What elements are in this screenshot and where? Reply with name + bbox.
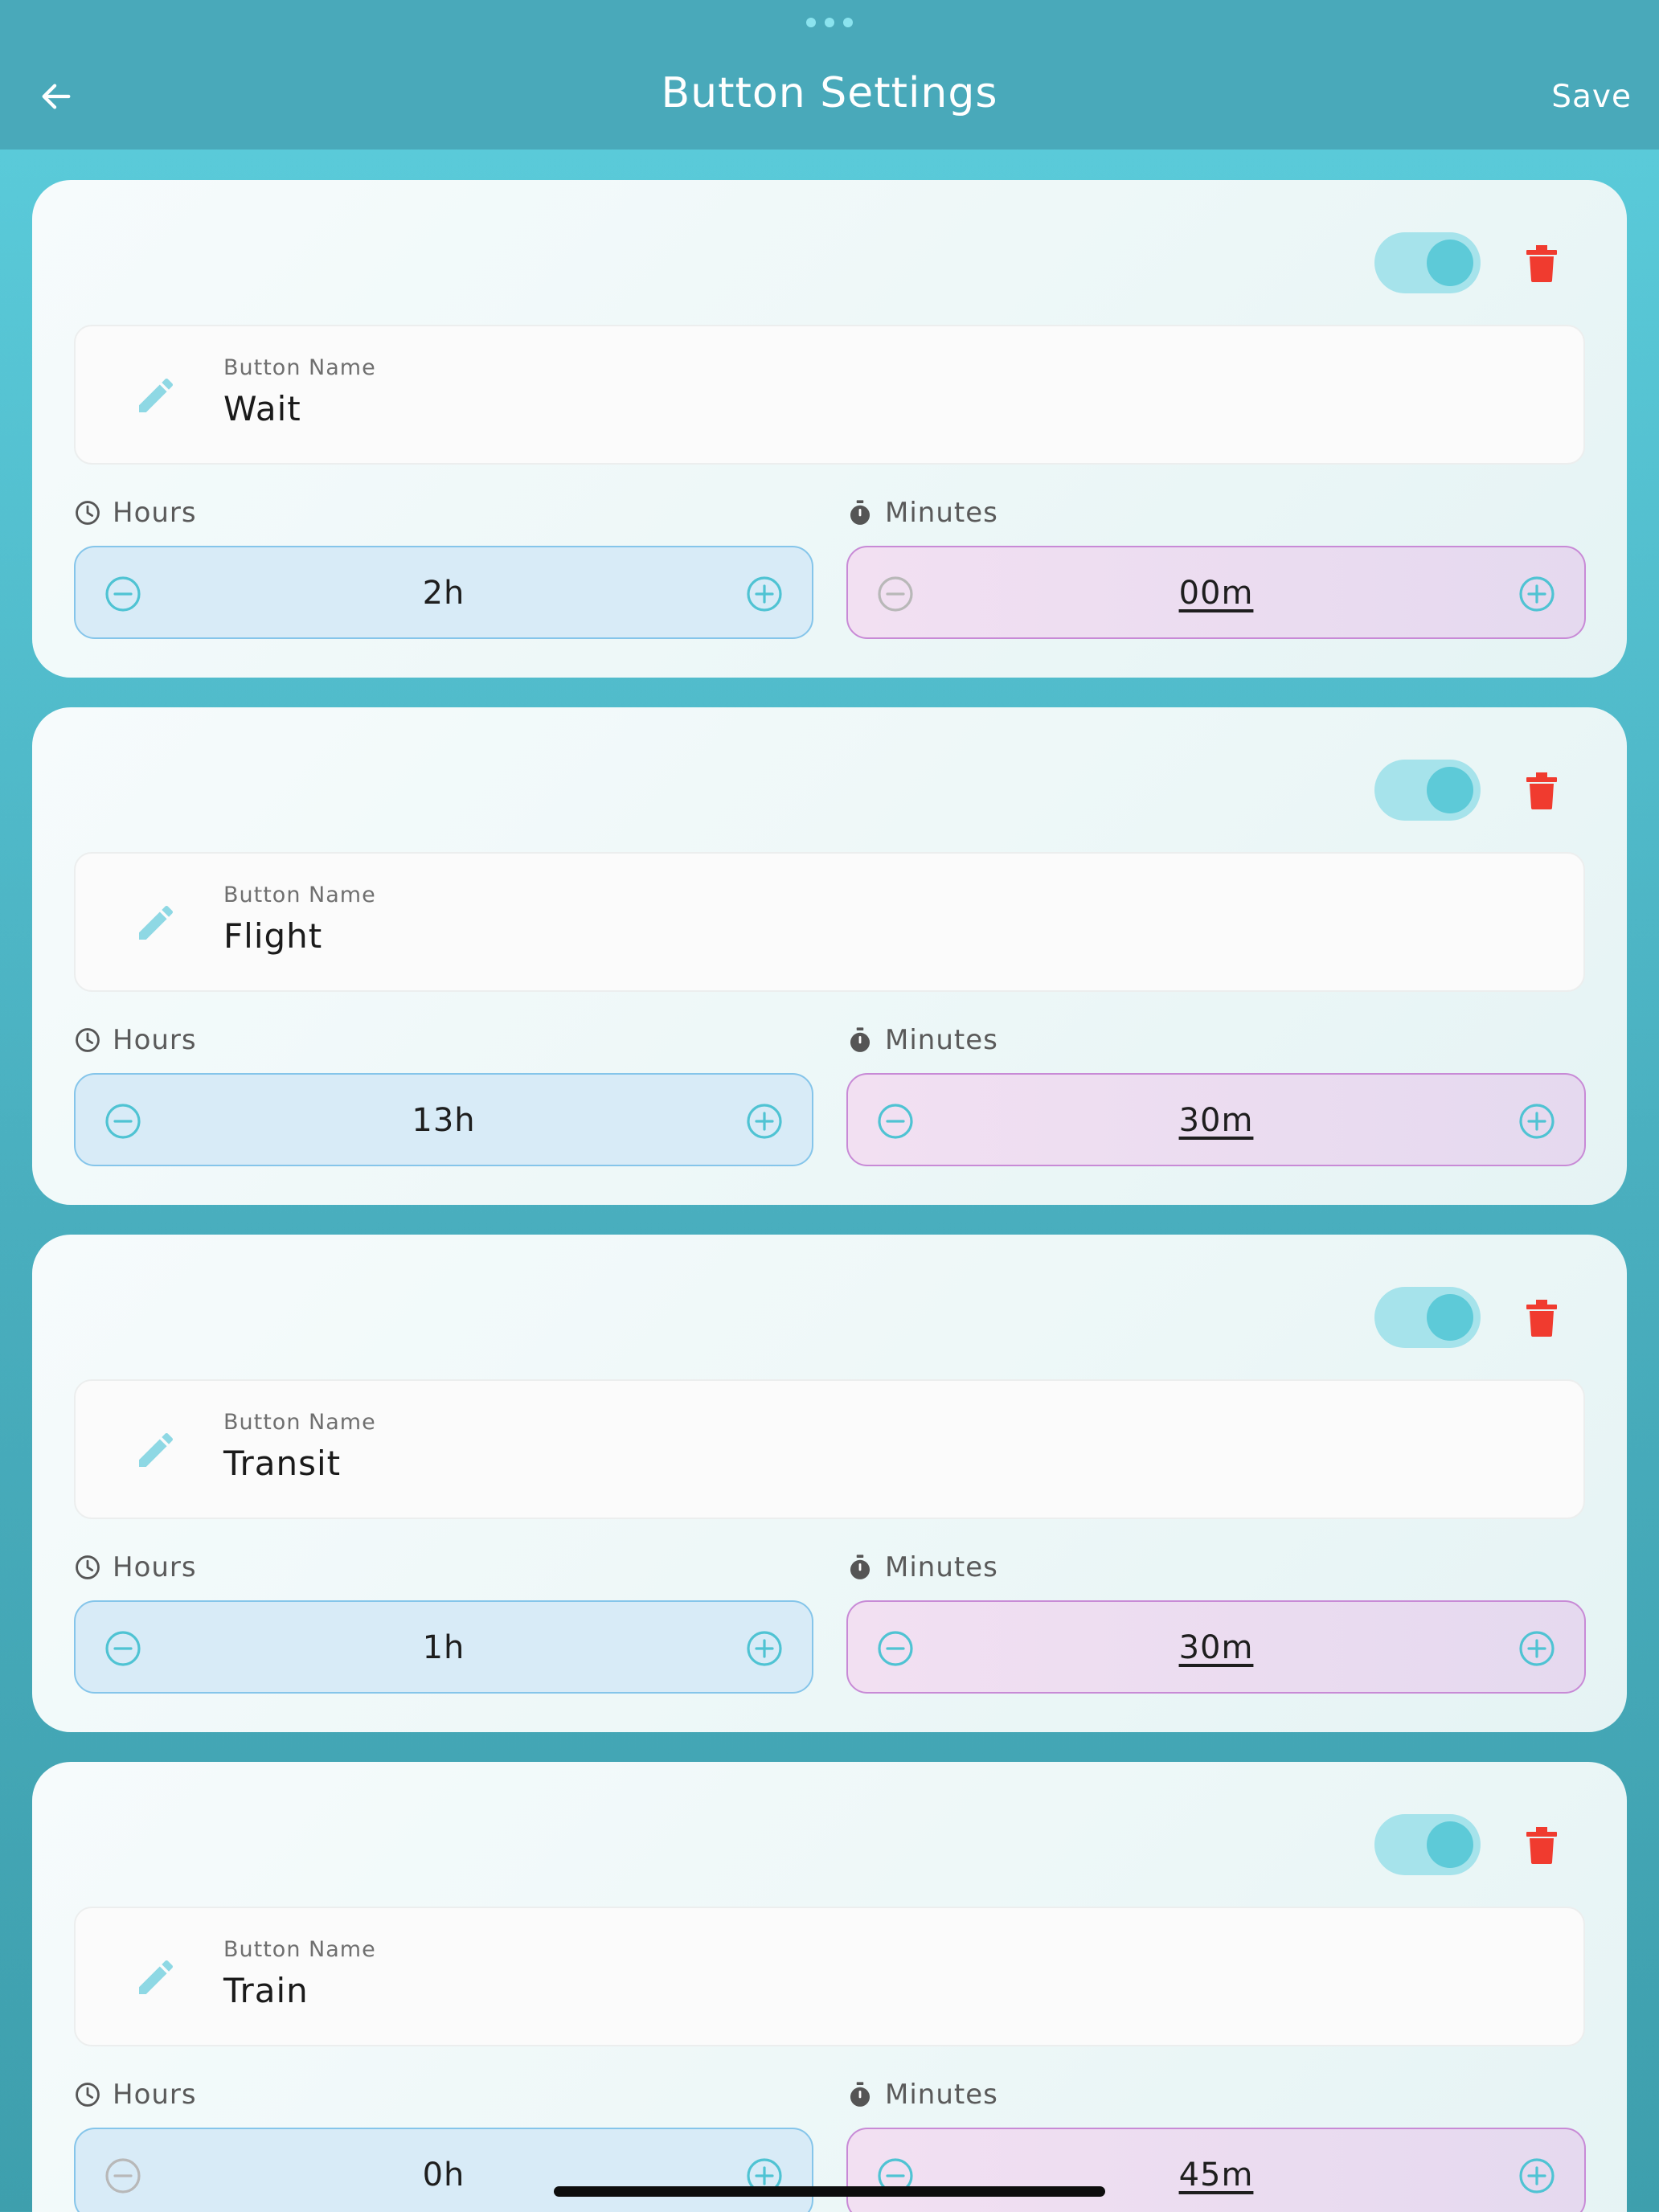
button-card: Button Name Transit Hours Minutes 1h 30m	[32, 1235, 1627, 1732]
plus-circle-icon	[1519, 576, 1555, 612]
field-value: Flight	[223, 916, 323, 956]
hours-label: Hours	[74, 1022, 197, 1058]
stopwatch-icon	[846, 2081, 874, 2108]
minutes-stepper: 30m	[846, 1073, 1586, 1166]
minutes-value: 30m	[1178, 1102, 1254, 1139]
button-card: Button Name Train Hours Minutes 0h 45m	[32, 1762, 1627, 2212]
minutes-label: Minutes	[846, 1022, 998, 1058]
trash-icon	[1526, 1827, 1557, 1864]
button-card: Button Name Wait Hours Minutes 2h 00m	[32, 180, 1627, 678]
pencil-icon	[139, 905, 174, 940]
hours-increment-button[interactable]	[744, 574, 784, 614]
minutes-stepper: 30m	[846, 1600, 1586, 1694]
delete-button[interactable]	[1519, 1823, 1564, 1868]
plus-circle-icon	[1519, 1631, 1555, 1666]
button-card: Button Name Flight Hours Minutes 13h 30m	[32, 707, 1627, 1205]
hours-stepper: 13h	[74, 1073, 813, 1166]
plus-circle-icon	[1519, 1104, 1555, 1139]
minutes-increment-button[interactable]	[1517, 2156, 1557, 2196]
clock-icon	[74, 1026, 101, 1054]
enable-toggle[interactable]	[1374, 1287, 1481, 1348]
minutes-increment-button[interactable]	[1517, 1628, 1557, 1669]
minutes-value: 30m	[1178, 1629, 1254, 1666]
field-value: Wait	[223, 389, 301, 428]
pencil-icon	[139, 1960, 174, 1994]
minutes-label: Minutes	[846, 495, 998, 530]
minutes-label: Minutes	[846, 1550, 998, 1585]
minutes-increment-button[interactable]	[1517, 574, 1557, 614]
hours-increment-button[interactable]	[744, 1101, 784, 1141]
field-label: Button Name	[223, 1410, 376, 1435]
hours-stepper: 0h	[74, 2128, 813, 2212]
button-name-field[interactable]: Button Name Flight	[74, 852, 1585, 992]
plus-circle-icon	[747, 1631, 782, 1666]
hours-stepper: 1h	[74, 1600, 813, 1694]
delete-button[interactable]	[1519, 1296, 1564, 1341]
stopwatch-icon	[846, 1026, 874, 1054]
hours-increment-button[interactable]	[744, 1628, 784, 1669]
enable-toggle[interactable]	[1374, 760, 1481, 821]
trash-icon	[1526, 772, 1557, 809]
hours-label: Hours	[74, 495, 197, 530]
hours-label: Hours	[74, 1550, 197, 1585]
delete-button[interactable]	[1519, 768, 1564, 813]
plus-circle-icon	[747, 576, 782, 612]
hours-value: 1h	[422, 1629, 465, 1666]
delete-button[interactable]	[1519, 241, 1564, 286]
trash-icon	[1526, 245, 1557, 282]
plus-circle-icon	[1519, 2158, 1555, 2194]
stopwatch-icon	[846, 1554, 874, 1581]
trash-icon	[1526, 1300, 1557, 1337]
app-bar: Button Settings Save	[0, 0, 1659, 150]
enable-toggle[interactable]	[1374, 1814, 1481, 1875]
button-name-field[interactable]: Button Name Train	[74, 1907, 1585, 2046]
clock-icon	[74, 1554, 101, 1581]
pencil-icon	[139, 1432, 174, 1467]
hours-value: 2h	[422, 575, 465, 612]
pencil-icon	[139, 378, 174, 412]
plus-circle-icon	[747, 1104, 782, 1139]
button-name-field[interactable]: Button Name Transit	[74, 1379, 1585, 1519]
field-label: Button Name	[223, 355, 376, 380]
minutes-label: Minutes	[846, 2077, 998, 2112]
page-title: Button Settings	[661, 69, 998, 117]
hours-value: 13h	[412, 1102, 476, 1139]
button-name-field[interactable]: Button Name Wait	[74, 325, 1585, 465]
clock-icon	[74, 2081, 101, 2108]
clock-icon	[74, 499, 101, 526]
minutes-value: 00m	[1178, 575, 1254, 612]
more-dots-icon[interactable]	[806, 17, 853, 28]
field-value: Train	[223, 1971, 309, 2010]
minutes-increment-button[interactable]	[1517, 1101, 1557, 1141]
hours-label: Hours	[74, 2077, 197, 2112]
field-label: Button Name	[223, 1937, 376, 1962]
hours-stepper: 2h	[74, 546, 813, 639]
save-button[interactable]: Save	[1551, 79, 1632, 115]
minutes-stepper: 00m	[846, 546, 1586, 639]
field-value: Transit	[223, 1444, 342, 1483]
home-indicator[interactable]	[554, 2186, 1105, 2197]
stopwatch-icon	[846, 499, 874, 526]
minutes-stepper: 45m	[846, 2128, 1586, 2212]
field-label: Button Name	[223, 883, 376, 907]
enable-toggle[interactable]	[1374, 232, 1481, 293]
